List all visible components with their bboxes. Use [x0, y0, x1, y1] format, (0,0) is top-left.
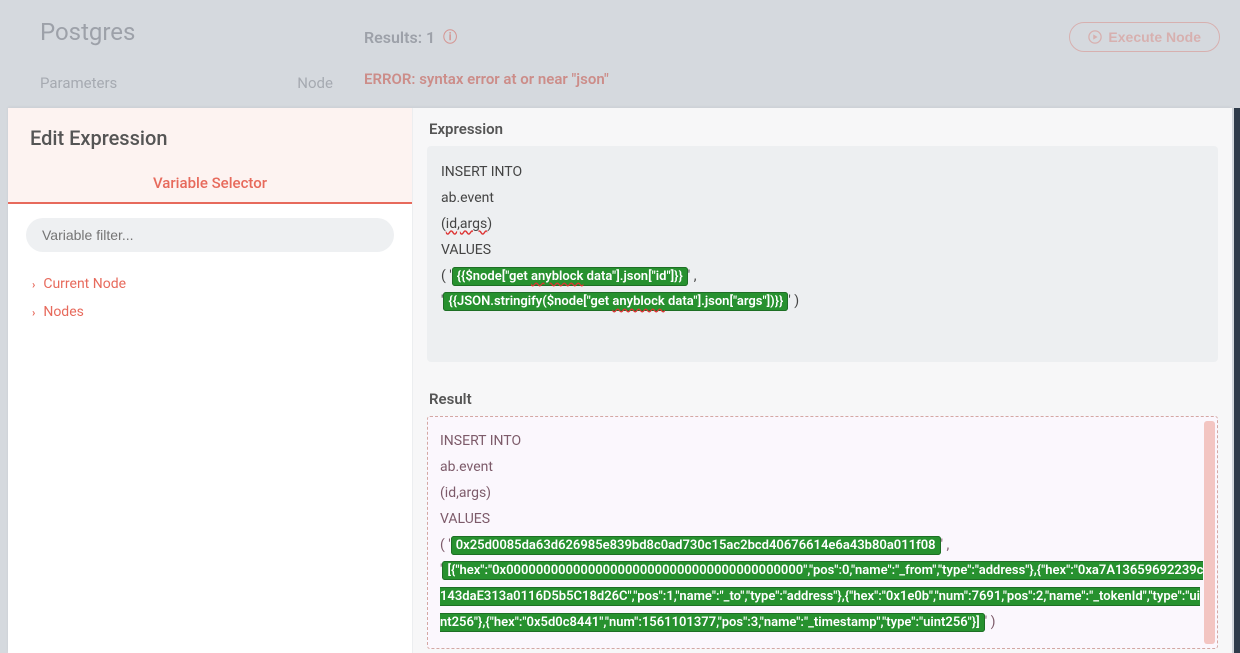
- expression-editor[interactable]: INSERT INTO ab.event (id,args) VALUES ( …: [427, 146, 1218, 362]
- tree-item-label: Nodes: [43, 304, 84, 320]
- result-label: Result: [427, 378, 1218, 416]
- expr-line: VALUES: [441, 238, 1204, 264]
- chevron-right-icon: ›: [32, 278, 35, 291]
- right-edge-strip: [1234, 108, 1240, 653]
- expr-line: INSERT INTO: [441, 160, 1204, 186]
- modal-title: Edit Expression: [30, 126, 390, 150]
- result-token: 0x25d0085da63d626985e839bd8c0ad730c15ac2…: [451, 536, 941, 555]
- result-line: INSERT INTO: [440, 433, 521, 449]
- result-line: ( '0x25d0085da63d626985e839bd8c0ad730c15…: [440, 537, 949, 553]
- result-line: ab.event: [440, 459, 493, 475]
- scrollbar[interactable]: [1204, 421, 1215, 644]
- result-output[interactable]: INSERT INTO ab.event (id,args) VALUES ( …: [427, 416, 1218, 649]
- expr-line: ab.event: [441, 186, 1204, 212]
- tab-variable-selector[interactable]: Variable Selector: [8, 164, 412, 204]
- expr-line: (id,args): [441, 212, 1204, 238]
- result-line: VALUES: [440, 511, 490, 527]
- variable-selector-pane: Edit Expression Variable Selector › Curr…: [8, 108, 412, 653]
- result-token: [{"hex":"0x00000000000000000000000000000…: [440, 561, 1203, 632]
- expression-pane: Expression INSERT INTO ab.event (id,args…: [412, 108, 1232, 653]
- expr-line: ( '{{$node["get anyblock data"].json["id…: [441, 264, 1204, 290]
- result-line: (id,args): [440, 485, 491, 501]
- tree-item-label: Current Node: [43, 276, 126, 292]
- result-line: '[{"hex":"0x0000000000000000000000000000…: [440, 562, 1203, 630]
- edit-expression-modal: Edit Expression Variable Selector › Curr…: [8, 108, 1232, 653]
- expression-token[interactable]: {{$node["get anyblock data"].json["id"]}…: [452, 267, 688, 286]
- tree-item-current-node[interactable]: › Current Node: [26, 270, 394, 298]
- tree-item-nodes[interactable]: › Nodes: [26, 298, 394, 326]
- chevron-right-icon: ›: [32, 306, 35, 319]
- expr-line: '{{JSON.stringify($node["get anyblock da…: [441, 289, 1204, 315]
- variable-filter-input[interactable]: [26, 218, 394, 252]
- expression-token[interactable]: {{JSON.stringify($node["get anyblock dat…: [443, 292, 788, 311]
- expression-label: Expression: [413, 108, 1232, 146]
